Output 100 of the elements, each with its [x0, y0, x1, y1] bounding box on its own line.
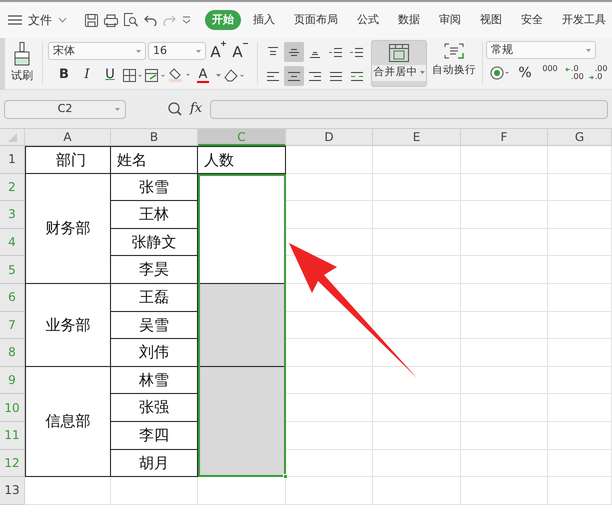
align-top-icon — [266, 46, 280, 58]
empty-cell — [548, 477, 612, 505]
currency-icon[interactable] — [490, 66, 510, 80]
empty-cell — [548, 174, 612, 202]
column-header[interactable]: B — [111, 129, 198, 146]
ribbon-tab[interactable]: 安全 — [514, 10, 550, 30]
row-header[interactable]: 1 — [0, 146, 25, 174]
empty-cell — [548, 256, 612, 284]
column-header[interactable]: A — [25, 129, 111, 146]
empty-cell — [548, 422, 612, 450]
decimal-button[interactable]: .0 .00 — [565, 65, 584, 81]
function-button[interactable]: fx — [190, 99, 202, 119]
decrease-indent-icon — [329, 46, 343, 58]
ribbon-tab[interactable]: 数据 — [391, 10, 427, 30]
font-color-button[interactable]: A — [193, 65, 213, 85]
table-cell: 张雪 — [111, 174, 198, 202]
zoom-icon[interactable] — [168, 102, 182, 116]
paint-bucket-icon[interactable] — [168, 68, 190, 82]
align-button[interactable] — [284, 42, 304, 62]
chevron-down-icon[interactable] — [58, 17, 67, 23]
dropdown-arrow-icon[interactable] — [216, 74, 221, 76]
arrow-right-icon — [588, 74, 594, 80]
formula-input[interactable] — [210, 100, 608, 118]
empty-cell — [548, 228, 612, 256]
borders-icon[interactable] — [123, 68, 142, 82]
merge-cells-icon — [389, 44, 409, 62]
table-cell: 刘伟 — [111, 339, 198, 367]
ribbon-tab[interactable]: 审阅 — [432, 10, 468, 30]
ribbon-tab[interactable]: 视图 — [473, 10, 509, 30]
table-cell: 胡月 — [111, 450, 198, 478]
empty-cell — [548, 284, 612, 312]
wrap-text-label[interactable]: 自动换行 — [432, 63, 476, 79]
dropdown-arrow-icon — [115, 108, 120, 110]
print-preview-icon[interactable] — [124, 13, 138, 27]
save-icon[interactable] — [85, 14, 98, 26]
percent-button[interactable]: % — [515, 63, 535, 83]
minus-icon — [242, 41, 248, 46]
column-header[interactable]: D — [286, 129, 373, 146]
font-size-button[interactable]: A — [208, 41, 228, 61]
table-cell: 人数 — [198, 146, 286, 174]
distributed-align-icon — [350, 70, 364, 82]
name-box[interactable]: C2 — [4, 100, 126, 118]
arrow-left-icon — [565, 66, 570, 72]
fill-style-icon[interactable] — [145, 68, 165, 82]
align-left-icon — [266, 70, 280, 82]
thousands-button[interactable]: 000 — [540, 63, 560, 83]
increase-indent-icon — [350, 46, 364, 58]
font-name-select[interactable]: 宋体 — [48, 42, 146, 60]
plus-icon — [220, 41, 226, 46]
decimal-button[interactable]: .00 .0 — [588, 65, 608, 81]
dropdown-arrow-icon — [136, 50, 141, 52]
align-button[interactable] — [284, 66, 304, 86]
ribbon-tab[interactable]: 公式 — [350, 10, 386, 30]
dropdown-arrow-icon — [420, 71, 424, 74]
column-header[interactable]: G — [548, 129, 612, 146]
column-header[interactable]: E — [373, 129, 461, 146]
empty-cell — [548, 312, 612, 340]
justify-icon — [329, 70, 343, 82]
merge-center-button[interactable]: 合并居中 — [371, 40, 427, 87]
align-middle-icon — [287, 46, 301, 58]
empty-cell — [548, 366, 612, 394]
font-style-button[interactable]: B — [54, 65, 74, 85]
empty-cell — [548, 146, 612, 174]
align-center-icon — [287, 70, 301, 82]
table-cell: 姓名 — [111, 146, 198, 174]
table-cell: 王磊 — [111, 284, 198, 312]
more-icon[interactable] — [182, 16, 191, 24]
fill-handle[interactable] — [283, 474, 288, 480]
table-cell: 信息部 — [25, 366, 111, 478]
font-style-button[interactable]: U — [100, 65, 120, 85]
menu-icon[interactable] — [8, 15, 22, 25]
empty-cell — [548, 339, 612, 367]
dropdown-arrow-icon — [586, 48, 591, 52]
print-icon[interactable] — [104, 14, 118, 26]
table-cell: 张强 — [111, 394, 198, 422]
font-style-button[interactable]: I — [77, 65, 97, 85]
table-cell: 财务部 — [25, 174, 111, 284]
font-size-button[interactable]: A — [230, 41, 250, 61]
ribbon-tab[interactable]: 插入 — [246, 10, 282, 30]
eraser-icon[interactable] — [224, 68, 245, 82]
row-header[interactable]: 13 — [0, 477, 25, 505]
undo-icon[interactable] — [144, 14, 157, 26]
brush-icon[interactable] — [14, 42, 30, 66]
table-cell: 张静文 — [111, 228, 198, 256]
ribbon-tab[interactable]: 页面布局 — [287, 10, 345, 30]
table-cell: 吴雪 — [111, 312, 198, 340]
align-right-icon — [308, 70, 322, 82]
table-cell: 林雪 — [111, 366, 198, 394]
wrap-text-icon[interactable] — [444, 43, 464, 59]
number-format-select[interactable]: 常规 — [486, 41, 596, 59]
file-menu[interactable]: 文件 — [28, 11, 52, 29]
format-painter-label[interactable]: 试刷 — [11, 68, 33, 84]
table-cell: 李昊 — [111, 256, 198, 284]
table-cell: 业务部 — [25, 284, 111, 367]
ribbon-tab[interactable]: 开发工具 — [555, 10, 612, 30]
column-header[interactable]: F — [461, 129, 548, 146]
table-cell: 王林 — [111, 201, 198, 229]
font-size-select[interactable]: 16 — [148, 42, 206, 60]
table-cell: 部门 — [25, 146, 111, 174]
dropdown-arrow-icon — [196, 50, 201, 52]
